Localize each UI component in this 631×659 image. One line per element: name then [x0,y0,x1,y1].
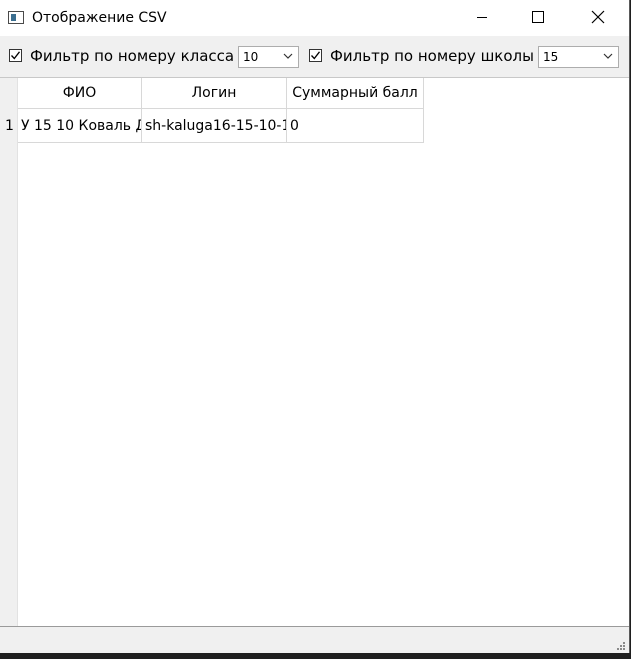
maximize-button[interactable] [515,0,561,34]
table-cell-fio[interactable]: У 15 10 Коваль Д [18,109,142,143]
column-header-fio[interactable]: ФИО [18,78,142,109]
close-icon [591,10,605,24]
window-title: Отображение CSV [32,10,167,26]
minimize-icon [477,17,487,18]
chevron-down-icon [283,53,293,59]
school-number-value: 15 [543,50,559,64]
title-bar[interactable]: Отображение CSV [0,0,629,36]
maximize-icon [532,11,544,23]
size-grip-icon[interactable] [616,641,626,651]
row-header-column [0,78,18,626]
table-cell-login[interactable]: sh-kaluga16-15-10-1 [142,109,287,143]
chevron-down-icon [603,53,613,59]
main-window: Отображение CSV Фильтр по номеру класса … [0,0,630,653]
school-number-select[interactable]: 15 [538,46,619,68]
class-filter-checkbox[interactable] [9,49,22,62]
class-filter-label[interactable]: Фильтр по номеру класса [30,47,234,65]
checkmark-icon [11,51,21,60]
table-cell-total-score[interactable]: 0 [287,109,424,143]
csv-table[interactable]: 1 ФИО Логин Суммарный балл У 15 10 Ковал… [0,78,629,626]
school-filter-label[interactable]: Фильтр по номеру школы [330,47,534,65]
class-number-value: 10 [243,50,259,64]
class-number-select[interactable]: 10 [238,46,299,68]
filter-toolbar: Фильтр по номеру класса 10 Фильтр по ном… [0,36,629,78]
school-filter-checkbox[interactable] [309,49,322,62]
row-number[interactable]: 1 [5,109,14,143]
column-header-total-score[interactable]: Суммарный балл [287,78,424,109]
status-bar [0,626,629,653]
checkmark-icon [311,51,321,60]
column-header-login[interactable]: Логин [142,78,287,109]
close-button[interactable] [575,0,621,34]
minimize-button[interactable] [459,0,505,34]
app-window-icon [8,11,24,24]
